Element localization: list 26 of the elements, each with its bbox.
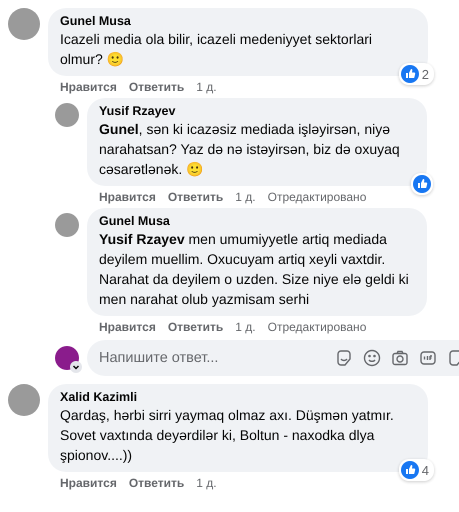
author-name[interactable]: Yusif Rzayev: [99, 104, 415, 119]
reply-input-field[interactable]: Напишите ответ...: [87, 340, 459, 376]
comment-text: Qardaş, hərbi sirri yaymaq olmaz axı. Düşmən yatmır. Sovet vaxtında deyərdilər ki, Boltun - naxodka dlya şpionov....)): [60, 406, 395, 465]
timestamp[interactable]: 1 д.: [196, 476, 217, 490]
reaction-badge[interactable]: 2: [398, 63, 434, 85]
timestamp[interactable]: 1 д.: [235, 320, 256, 334]
reply-button[interactable]: Ответить: [168, 190, 224, 204]
reply-button[interactable]: Ответить: [168, 320, 224, 334]
edited-label[interactable]: Отредактировано: [268, 190, 366, 204]
reply-button[interactable]: Ответить: [128, 80, 184, 94]
reply-button[interactable]: Ответить: [128, 476, 184, 490]
author-name[interactable]: Gunel Musa: [99, 214, 415, 229]
author-name[interactable]: Gunel Musa: [60, 14, 416, 29]
like-button[interactable]: Нравится: [60, 80, 117, 94]
edited-label[interactable]: Отредактировано: [268, 320, 366, 334]
like-button[interactable]: Нравится: [60, 476, 117, 490]
comment-text: Gunel, sən ki icazəsiz mediada işləyirsən, niyə narahatsan? Yaz də nə istəyirsən, biz də oxuyaq cəsarətlənək. 🙂: [99, 120, 401, 179]
timestamp[interactable]: 1 д.: [235, 190, 256, 204]
comment-text: Icazeli media ola bilir, icazeli medeniyyet sektorlari olmur? 🙂: [60, 30, 374, 69]
like-button[interactable]: Нравится: [99, 190, 156, 204]
timestamp[interactable]: 1 д.: [196, 80, 217, 94]
reply-input[interactable]: Напишите ответ...: [99, 350, 335, 366]
comment-text: Yusif Rzayev men umumiyyetle artiq mediada deyilem muellim. Oxucuyam artiq xeyli vaxtdir. Narahat da deyilem o uzden. Size niye elə geldi ki men narahat olub yazmisam serhi: [99, 230, 410, 309]
author-name[interactable]: Xalid Kazimli: [60, 390, 416, 405]
reaction-badge[interactable]: 4: [398, 459, 434, 481]
like-button[interactable]: Нравится: [99, 320, 156, 334]
